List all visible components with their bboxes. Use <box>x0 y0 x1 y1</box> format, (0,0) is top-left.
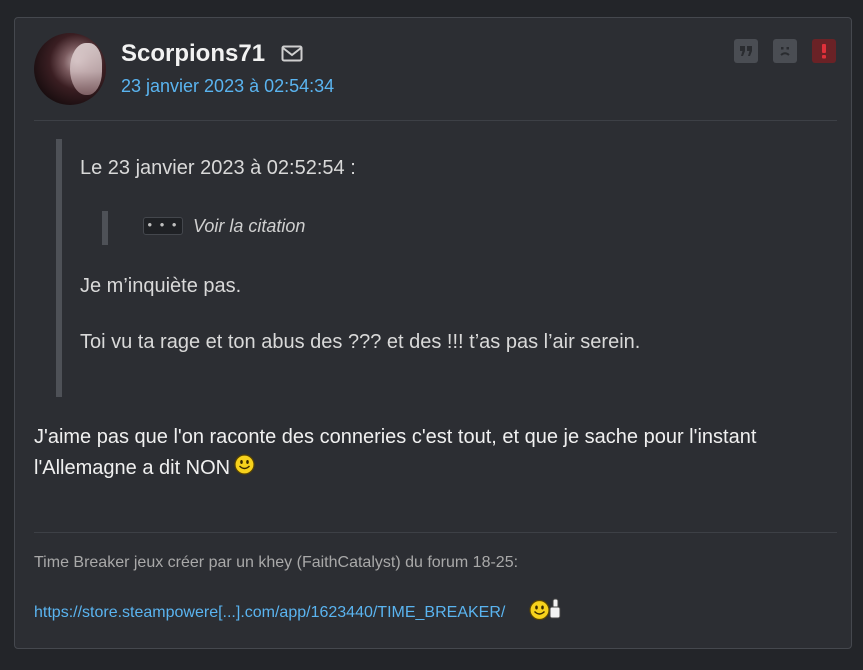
quote-line: Toi vu ta rage et ton abus des ??? et de… <box>80 331 641 353</box>
signature-link[interactable]: https://store.steampowere[...].com/app/1… <box>34 604 505 622</box>
envelope-icon[interactable] <box>281 45 303 62</box>
forum-post: Scorpions71 23 janvier 2023 à 02:54:34 L… <box>14 17 852 649</box>
alert-icon <box>822 44 826 59</box>
mp-button[interactable] <box>773 39 797 63</box>
message-body: J'aime pas que l'on raconte des connerie… <box>34 422 794 484</box>
sad-face-icon <box>780 47 790 56</box>
username[interactable]: Scorpions71 <box>121 40 265 68</box>
quote-line: Je m’inquiète pas. <box>80 275 242 297</box>
signature-text: Time Breaker jeux créer par un khey (Fai… <box>34 554 519 571</box>
quote-header: Le 23 janvier 2023 à 02:52:54 : <box>80 157 356 179</box>
message-text: J'aime pas que l'on raconte des connerie… <box>34 426 757 479</box>
quote-block: Le 23 janvier 2023 à 02:52:54 : • • • Vo… <box>56 139 816 397</box>
quote-button[interactable] <box>734 39 758 63</box>
signature-divider <box>34 532 837 533</box>
post-date[interactable]: 23 janvier 2023 à 02:54:34 <box>121 76 334 97</box>
report-button[interactable] <box>812 39 836 63</box>
avatar[interactable] <box>34 33 106 105</box>
nested-quote: • • • Voir la citation <box>102 211 305 245</box>
show-quote-link[interactable]: Voir la citation <box>193 216 305 237</box>
expand-quote-button[interactable]: • • • <box>143 217 183 235</box>
post-actions <box>734 39 836 63</box>
smiley-icon <box>234 454 255 475</box>
quote-icon <box>740 46 752 56</box>
smiley-thumbs-up-icon <box>529 598 561 621</box>
header-divider <box>34 120 837 121</box>
